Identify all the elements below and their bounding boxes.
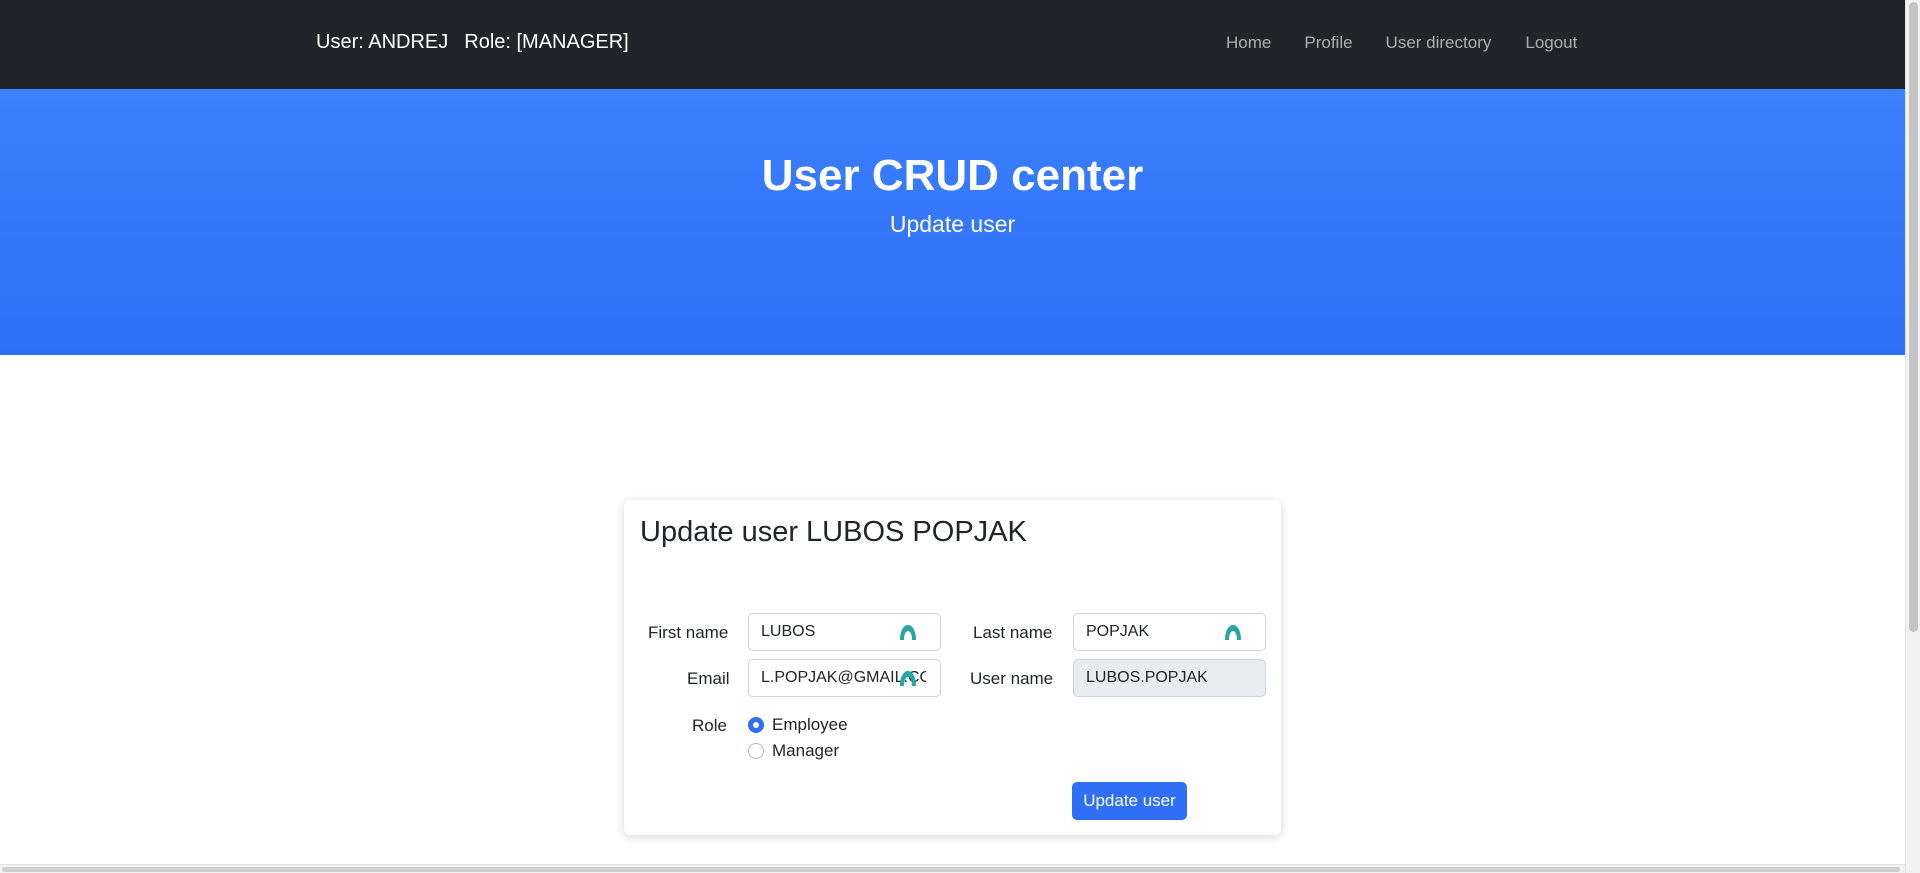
email-field[interactable] bbox=[748, 659, 941, 697]
top-navbar: User: ANDREJ Role: [MANAGER] Home Profile… bbox=[0, 0, 1905, 89]
password-manager-icon[interactable] bbox=[898, 669, 918, 687]
username-value: LUBOS.POPJAK bbox=[1086, 669, 1208, 686]
horizontal-scrollbar-thumb[interactable] bbox=[2, 867, 1900, 872]
update-user-button[interactable]: Update user bbox=[1072, 782, 1187, 820]
current-user-info: User: ANDREJ Role: [MANAGER] bbox=[316, 31, 645, 54]
role-label: Role bbox=[692, 716, 727, 735]
role-option-employee[interactable]: Employee bbox=[748, 715, 848, 735]
password-manager-icon[interactable] bbox=[1223, 623, 1243, 641]
username-label: User name bbox=[970, 669, 1054, 688]
hero-banner: User CRUD center Update user bbox=[0, 89, 1905, 355]
vertical-scrollbar-thumb[interactable] bbox=[1909, 2, 1918, 632]
role-employee-label: Employee bbox=[772, 715, 848, 734]
current-user-name: User: ANDREJ bbox=[316, 31, 449, 53]
username-field: LUBOS.POPJAK bbox=[1073, 659, 1266, 697]
role-manager-label: Manager bbox=[772, 741, 840, 760]
password-manager-icon[interactable] bbox=[898, 623, 918, 641]
update-user-card: Update user LUBOS POPJAK First name Last… bbox=[624, 500, 1281, 835]
page-title: User CRUD center bbox=[761, 151, 1144, 200]
form-title: Update user LUBOS POPJAK bbox=[640, 516, 1027, 548]
nav-home-link[interactable]: Home bbox=[1226, 33, 1271, 53]
horizontal-scrollbar[interactable] bbox=[0, 864, 1905, 873]
role-employee-radio[interactable] bbox=[748, 717, 764, 733]
nav-user-directory-link[interactable]: User directory bbox=[1386, 33, 1492, 53]
current-user-role: Role: [MANAGER] bbox=[464, 31, 629, 53]
page-subtitle: Update user bbox=[889, 211, 1016, 237]
email-label: Email bbox=[687, 669, 730, 688]
nav-profile-link[interactable]: Profile bbox=[1304, 33, 1352, 53]
first-name-label: First name bbox=[648, 623, 729, 642]
nav-logout-link[interactable]: Logout bbox=[1525, 33, 1577, 53]
last-name-field[interactable] bbox=[1073, 613, 1266, 651]
role-manager-radio[interactable] bbox=[748, 743, 764, 759]
vertical-scrollbar[interactable] bbox=[1905, 0, 1920, 873]
role-option-manager[interactable]: Manager bbox=[748, 741, 839, 761]
first-name-field[interactable] bbox=[748, 613, 941, 651]
nav-links: Home Profile User directory Logout bbox=[1226, 33, 1577, 53]
last-name-label: Last name bbox=[973, 623, 1053, 642]
